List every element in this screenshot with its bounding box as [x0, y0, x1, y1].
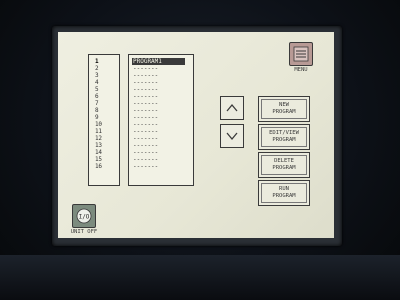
unit-off-label: UNIT OFF — [70, 229, 98, 235]
power-icon: I/O — [72, 204, 96, 228]
program-name-6[interactable]: ------- — [133, 93, 158, 100]
program-name-3[interactable]: ------- — [133, 72, 158, 79]
delete-program-label-line1: DELETE — [274, 158, 294, 164]
run-program-label-line2: PROGRAM — [272, 193, 296, 199]
touch-screen: 1 2 3 4 5 6 7 8 9 10 11 12 13 14 15 16 P… — [58, 32, 334, 238]
delete-program-button[interactable]: DELETE PROGRAM — [258, 152, 310, 178]
menu-label: MENU — [294, 67, 308, 73]
program-name-10[interactable]: ------- — [133, 121, 158, 128]
device-bezel-bottom — [0, 255, 400, 300]
program-name-7[interactable]: ------- — [133, 100, 158, 107]
program-name-4[interactable]: ------- — [133, 79, 158, 86]
edit-view-program-button-face: EDIT/VIEW PROGRAM — [261, 127, 307, 147]
program-number-12[interactable]: 12 — [95, 135, 102, 142]
program-number-14[interactable]: 14 — [95, 149, 102, 156]
program-number-2[interactable]: 2 — [95, 65, 99, 72]
run-program-label-line1: RUN — [279, 186, 289, 192]
new-program-button[interactable]: NEW PROGRAM — [258, 96, 310, 122]
program-number-9[interactable]: 9 — [95, 114, 99, 121]
program-number-15[interactable]: 15 — [95, 156, 102, 163]
new-program-label-line2: PROGRAM — [272, 109, 296, 115]
program-number-11[interactable]: 11 — [95, 128, 102, 135]
unit-off-button[interactable]: I/O UNIT OFF — [68, 204, 100, 238]
program-name-13[interactable]: ------- — [133, 142, 158, 149]
program-number-13[interactable]: 13 — [95, 142, 102, 149]
new-program-button-face: NEW PROGRAM — [261, 99, 307, 119]
delete-program-label-line2: PROGRAM — [272, 165, 296, 171]
program-name-11[interactable]: ------- — [133, 128, 158, 135]
program-number-5[interactable]: 5 — [95, 86, 99, 93]
delete-program-button-face: DELETE PROGRAM — [261, 155, 307, 175]
edit-view-program-label-line2: PROGRAM — [272, 137, 296, 143]
chevron-up-icon — [226, 103, 238, 112]
program-number-list: 1 2 3 4 5 6 7 8 9 10 11 12 13 14 15 16 — [88, 54, 120, 186]
program-number-16[interactable]: 16 — [95, 163, 102, 170]
edit-view-program-button[interactable]: EDIT/VIEW PROGRAM — [258, 124, 310, 150]
program-name-16[interactable]: ------- — [133, 163, 158, 170]
power-symbol: I/O — [79, 214, 90, 221]
program-number-4[interactable]: 4 — [95, 79, 99, 86]
program-name-5[interactable]: ------- — [133, 86, 158, 93]
program-name-list: PROGRAM1 ------- ------- ------- -------… — [128, 54, 194, 186]
program-name-15[interactable]: ------- — [133, 156, 158, 163]
menu-icon — [289, 42, 313, 66]
program-name-9[interactable]: ------- — [133, 114, 158, 121]
program-number-6[interactable]: 6 — [95, 93, 99, 100]
scroll-down-button[interactable] — [220, 124, 244, 148]
edit-view-program-label-line1: EDIT/VIEW — [269, 130, 299, 136]
program-name-12[interactable]: ------- — [133, 135, 158, 142]
scroll-up-button[interactable] — [220, 96, 244, 120]
program-number-7[interactable]: 7 — [95, 100, 99, 107]
program-number-8[interactable]: 8 — [95, 107, 99, 114]
program-name-2[interactable]: ------- — [133, 65, 158, 72]
run-program-button[interactable]: RUN PROGRAM — [258, 180, 310, 206]
program-number-1[interactable]: 1 — [95, 58, 99, 65]
program-name-selected[interactable]: PROGRAM1 — [132, 58, 185, 65]
program-number-3[interactable]: 3 — [95, 72, 99, 79]
program-number-10[interactable]: 10 — [95, 121, 102, 128]
program-name-14[interactable]: ------- — [133, 149, 158, 156]
run-program-button-face: RUN PROGRAM — [261, 183, 307, 203]
chevron-down-icon — [226, 132, 238, 141]
new-program-label-line1: NEW — [279, 102, 289, 108]
program-name-8[interactable]: ------- — [133, 107, 158, 114]
menu-button[interactable]: MENU — [287, 42, 315, 76]
